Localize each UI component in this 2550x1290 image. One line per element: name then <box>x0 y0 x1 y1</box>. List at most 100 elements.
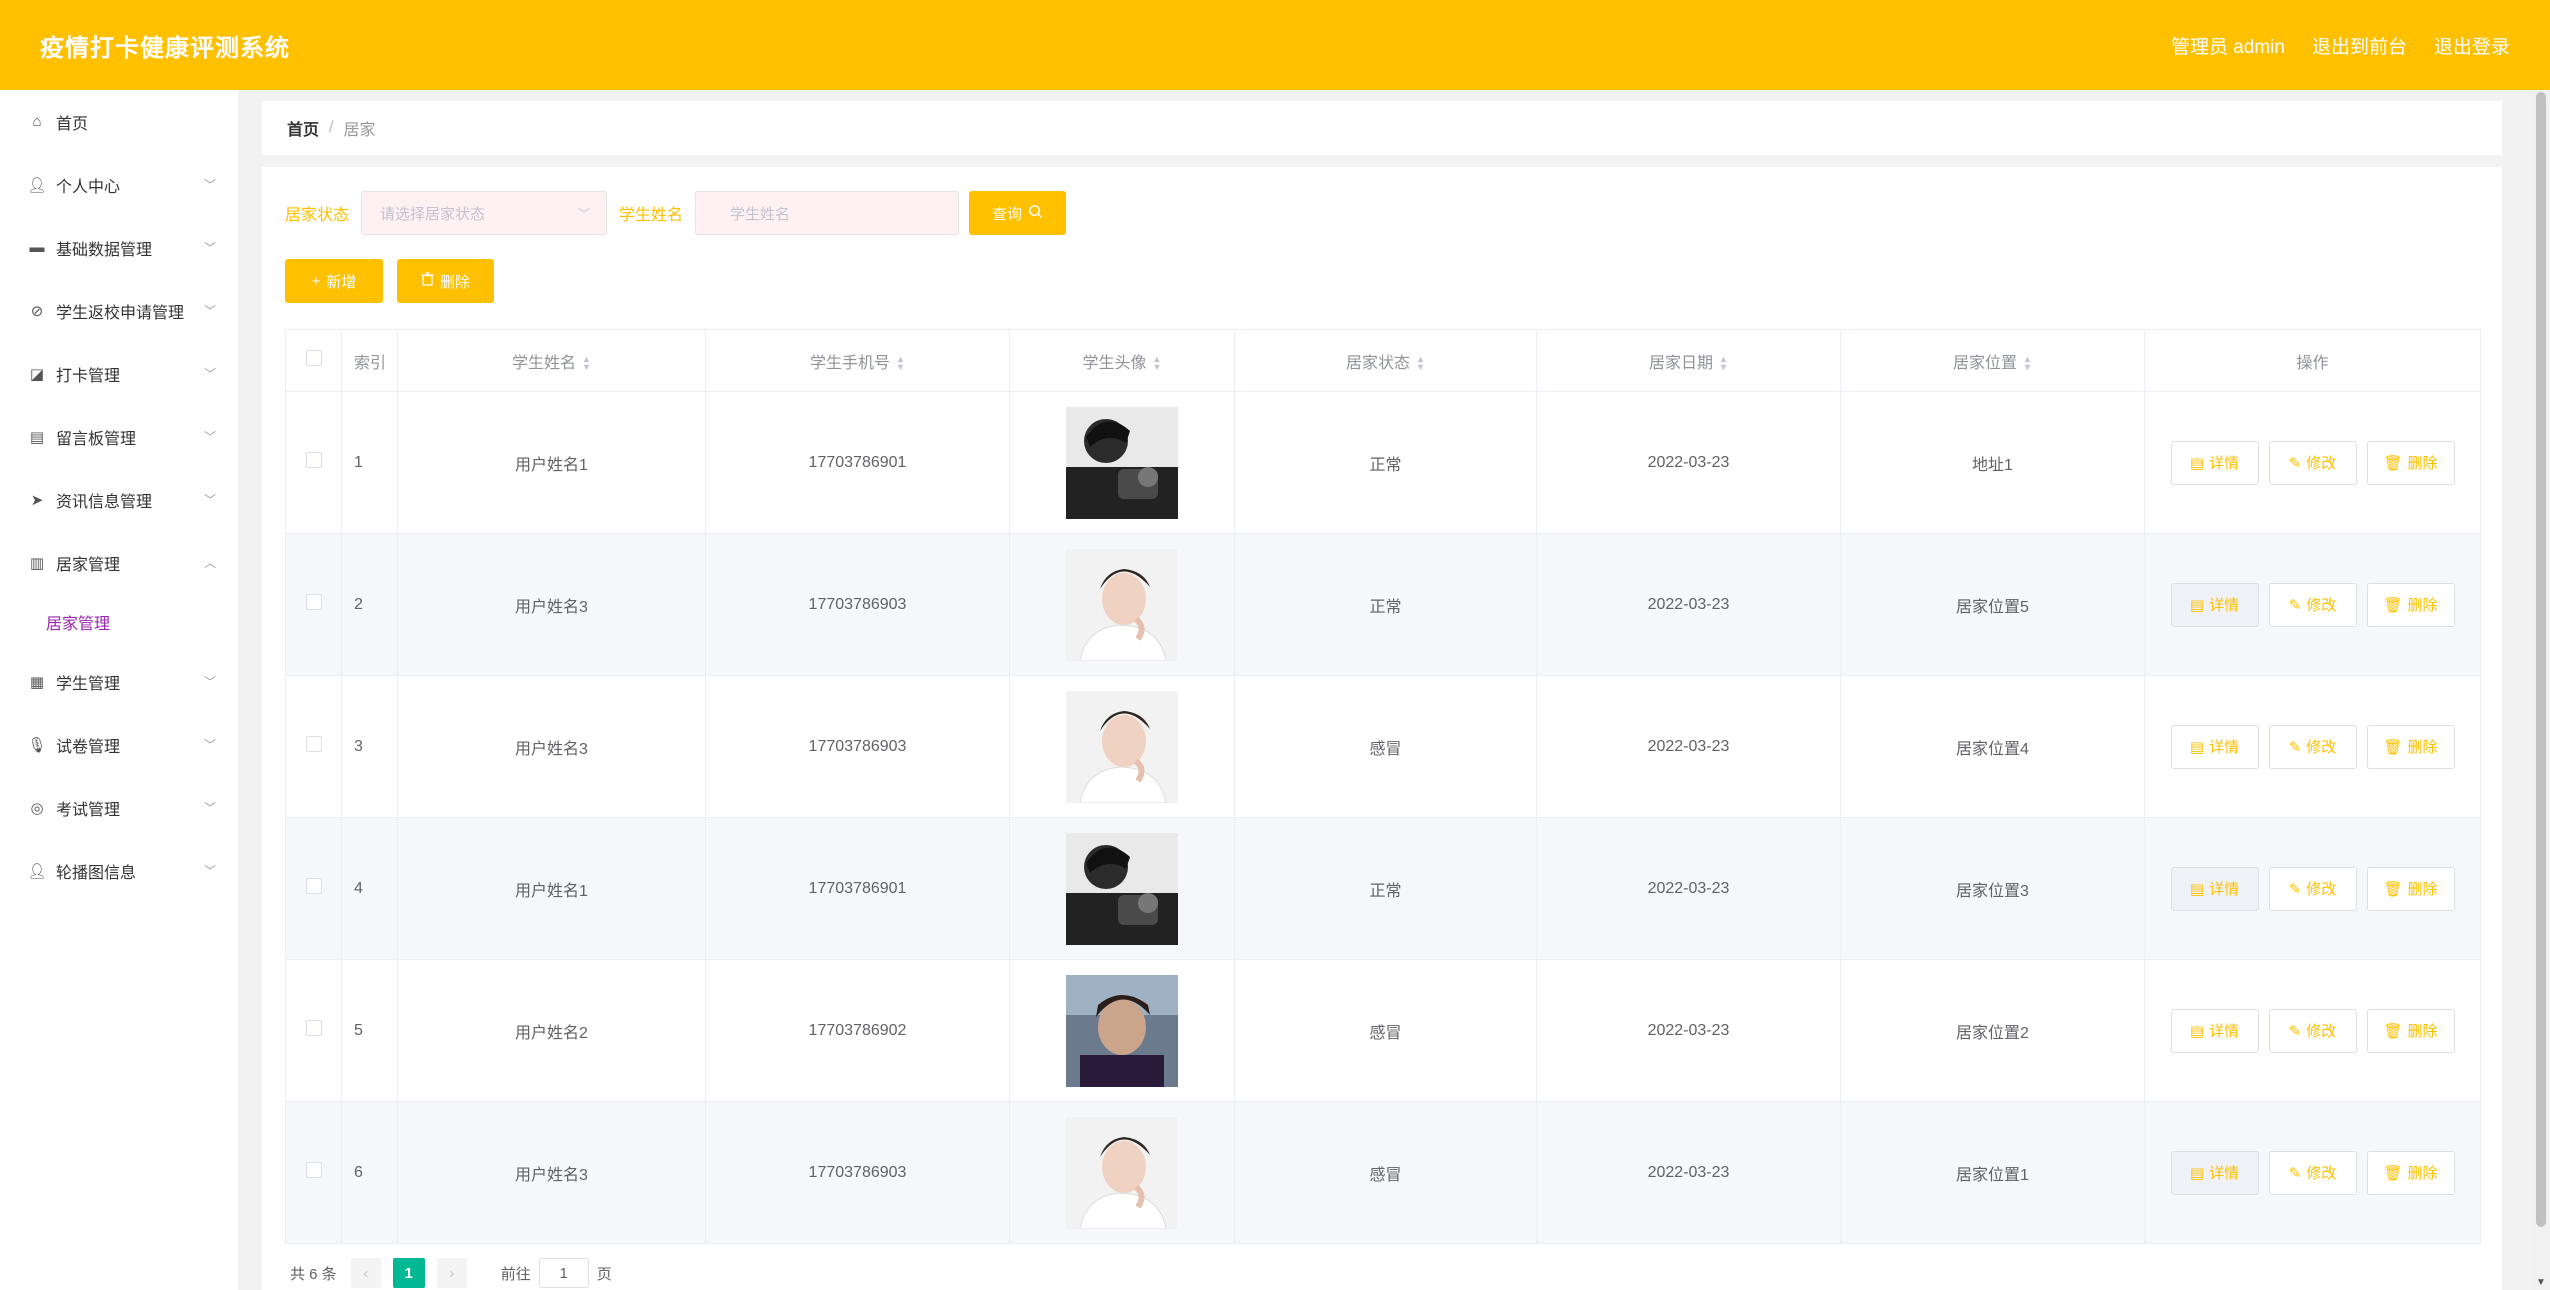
select-all-checkbox[interactable] <box>305 350 322 366</box>
prev-page-button[interactable]: ‹ <box>350 1258 381 1288</box>
chevron-down-icon: ﹀ <box>203 430 216 444</box>
logout-link[interactable]: 退出登录 <box>2434 32 2510 59</box>
sidebar-item-exams[interactable]: ◎ 考试管理 ﹀ <box>0 776 238 839</box>
student-avatar <box>1066 690 1178 803</box>
edit-button[interactable]: ✎ 修改 <box>2268 582 2357 627</box>
edit-button[interactable]: ✎ 修改 <box>2268 440 2357 485</box>
sort-icon[interactable]: ▲ ▼ <box>2023 355 2032 372</box>
query-button[interactable]: 查询 <box>969 191 1067 235</box>
sidebar-item-profile[interactable]: 👤︎ 个人中心 ﹀ <box>0 153 238 216</box>
detail-button[interactable]: ▤ 详情 <box>2170 440 2259 485</box>
row-student-phone: 17703786901 <box>705 391 1010 534</box>
batch-delete-button[interactable]: 删除 <box>397 259 494 303</box>
row-checkbox[interactable] <box>305 452 322 468</box>
sidebar-item-papers[interactable]: 🎙︎ 试卷管理 ﹀ <box>0 713 238 776</box>
sort-icon[interactable]: ▲ ▼ <box>1153 355 1162 372</box>
breadcrumb-home[interactable]: 首页 <box>287 116 319 140</box>
document-icon: ▤ <box>2189 1022 2205 1040</box>
goto-page-input[interactable]: 1 <box>538 1258 589 1288</box>
edit-button[interactable]: ✎ 修改 <box>2268 1150 2357 1195</box>
row-student-name: 用户姓名3 <box>397 675 706 818</box>
main-panel: 居家状态 请选择居家状态 ﹀ 学生姓名 学生姓名 查询 + 新增 删除 索引 学… <box>262 167 2502 1290</box>
row-select-cell <box>285 533 342 676</box>
student-avatar <box>1066 1116 1178 1229</box>
delete-button[interactable]: 🗑︎ 删除 <box>2366 1008 2455 1053</box>
row-checkbox[interactable] <box>305 736 322 752</box>
row-checkbox[interactable] <box>305 594 322 610</box>
row-home-status: 正常 <box>1234 817 1537 960</box>
delete-button[interactable]: 🗑︎ 删除 <box>2366 1150 2455 1195</box>
table-row: 6 用户姓名3 17703786903 感冒 2022-03-23 居家位置1 ▤ 详情 ✎ 修改… <box>285 1101 2481 1244</box>
edit-button[interactable]: ✎ 修改 <box>2268 866 2357 911</box>
detail-button[interactable]: ▤ 详情 <box>2170 1150 2259 1195</box>
page-number-active[interactable]: 1 <box>392 1258 425 1288</box>
chevron-down-icon: ﹀ <box>203 367 216 381</box>
scrollbar-thumb[interactable] <box>2536 92 2546 1227</box>
submenu-item-home-management[interactable]: 居家管理 <box>0 594 238 650</box>
sidebar-item-carousel[interactable]: 👤︎ 轮播图信息 ﹀ <box>0 839 238 902</box>
row-operations: ▤ 详情 ✎ 修改 🗑︎ 删除 <box>2144 1101 2481 1244</box>
sidebar-item-return-apply[interactable]: ⊘ 学生返校申请管理 ﹀ <box>0 279 238 342</box>
exit-to-front-link[interactable]: 退出到前台 <box>2312 32 2407 59</box>
row-home-date: 2022-03-23 <box>1536 675 1841 818</box>
table-row: 5 用户姓名2 17703786902 感冒 2022-03-23 居家位置2 ▤ 详情 ✎ 修改… <box>285 959 2481 1102</box>
detail-button[interactable]: ▤ 详情 <box>2170 724 2259 769</box>
row-home-location: 居家位置4 <box>1840 675 2145 818</box>
row-checkbox[interactable] <box>305 1020 322 1036</box>
col-home-status[interactable]: 居家状态 ▲ ▼ <box>1234 329 1537 392</box>
col-home-date[interactable]: 居家日期 ▲ ▼ <box>1536 329 1841 392</box>
delete-button[interactable]: 🗑︎ 删除 <box>2366 724 2455 769</box>
table-row: 1 用户姓名1 17703786901 正常 2022-03-23 地址1 ▤ 详情 ✎ 修改 🗑︎… <box>285 391 2481 534</box>
sidebar-item-news[interactable]: ➤ 资讯信息管理 ﹀ <box>0 468 238 531</box>
user-icon: 👤︎ <box>27 862 47 880</box>
sort-icon[interactable]: ▲ ▼ <box>1416 355 1425 372</box>
scroll-down-arrow-icon[interactable]: ▼ <box>2536 1277 2546 1288</box>
row-home-date: 2022-03-23 <box>1536 817 1841 960</box>
delete-button[interactable]: 🗑︎ 删除 <box>2366 582 2455 627</box>
row-select-cell <box>285 675 342 818</box>
edit-button[interactable]: ✎ 修改 <box>2268 1008 2357 1053</box>
detail-button[interactable]: ▤ 详情 <box>2170 582 2259 627</box>
sort-icon[interactable]: ▲ ▼ <box>896 355 905 372</box>
row-home-status: 感冒 <box>1234 1101 1537 1244</box>
edit-button[interactable]: ✎ 修改 <box>2268 724 2357 769</box>
sidebar-item-home[interactable]: ⌂ 首页 <box>0 90 238 153</box>
table-header-row: 索引 学生姓名 ▲ ▼ 学生手机号 ▲ ▼ 学生头像 ▲ ▼ 居家状态 ▲ ▼ 居家日期 ▲ ▼ 居… <box>285 329 2481 392</box>
row-home-status: 感冒 <box>1234 675 1537 818</box>
chevron-down-icon: ﹀ <box>203 178 216 192</box>
row-home-location: 地址1 <box>1840 391 2145 534</box>
detail-button[interactable]: ▤ 详情 <box>2170 866 2259 911</box>
detail-button[interactable]: ▤ 详情 <box>2170 1008 2259 1053</box>
student-name-input[interactable]: 学生姓名 <box>695 191 960 235</box>
sidebar-item-basic-data[interactable]: ▬ 基础数据管理 ﹀ <box>0 216 238 279</box>
status-select[interactable]: 请选择居家状态 ﹀ <box>361 191 608 235</box>
chevron-down-icon: ﹀ <box>203 738 216 752</box>
row-avatar-cell <box>1009 675 1235 818</box>
row-student-name: 用户姓名1 <box>397 391 706 534</box>
add-button[interactable]: + 新增 <box>285 259 383 303</box>
row-checkbox[interactable] <box>305 1162 322 1178</box>
student-avatar <box>1066 548 1178 661</box>
vertical-scrollbar[interactable]: ▼ <box>2532 90 2550 1290</box>
row-index: 1 <box>341 391 398 534</box>
row-index: 6 <box>341 1101 398 1244</box>
delete-button[interactable]: 🗑︎ 删除 <box>2366 440 2455 485</box>
sidebar-item-message-board[interactable]: ▤ 留言板管理 ﹀ <box>0 405 238 468</box>
sidebar-item-students[interactable]: ▦ 学生管理 ﹀ <box>0 650 238 713</box>
col-student-phone[interactable]: 学生手机号 ▲ ▼ <box>705 329 1010 392</box>
col-student-avatar[interactable]: 学生头像 ▲ ▼ <box>1009 329 1235 392</box>
chevron-down-icon: ﹀ <box>203 675 216 689</box>
col-home-location[interactable]: 居家位置 ▲ ▼ <box>1840 329 2145 392</box>
sort-icon[interactable]: ▲ ▼ <box>582 355 591 372</box>
plus-icon: + <box>311 272 321 290</box>
delete-button[interactable]: 🗑︎ 删除 <box>2366 866 2455 911</box>
col-student-name[interactable]: 学生姓名 ▲ ▼ <box>397 329 706 392</box>
sidebar-item-checkin[interactable]: ◪ 打卡管理 ﹀ <box>0 342 238 405</box>
trash-icon: 🗑︎ <box>2383 1022 2403 1040</box>
row-home-date: 2022-03-23 <box>1536 1101 1841 1244</box>
sort-icon[interactable]: ▲ ▼ <box>1719 355 1728 372</box>
row-student-name: 用户姓名2 <box>397 959 706 1102</box>
sidebar-item-home-management[interactable]: ▥ 居家管理 ︿ <box>0 531 238 594</box>
row-checkbox[interactable] <box>305 878 322 894</box>
next-page-button[interactable]: › <box>436 1258 467 1288</box>
